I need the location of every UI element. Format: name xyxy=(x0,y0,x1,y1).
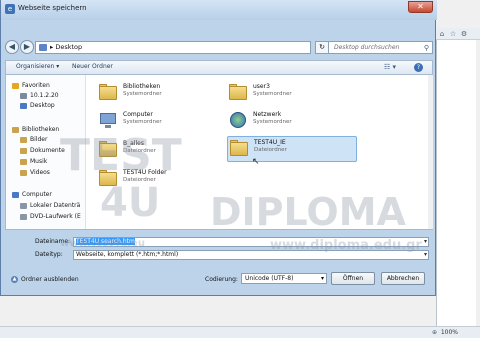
videos-icon xyxy=(20,169,27,176)
dialog-footer: ▲ Ordner ausblenden Codierung: Unicode (U… xyxy=(5,268,433,292)
watermark-diploma: DIPLOMA xyxy=(210,190,406,234)
nav-videos[interactable]: Videos xyxy=(20,168,50,178)
organize-button[interactable]: Organisieren ▾ xyxy=(16,63,59,70)
documents-icon xyxy=(20,147,27,154)
tools-icon[interactable]: ⚙ xyxy=(460,30,468,38)
encoding-label: Codierung: xyxy=(205,276,238,283)
nav-music[interactable]: Musik xyxy=(20,157,47,167)
dialog-title: Webseite speichern xyxy=(18,4,87,12)
help-icon[interactable]: ? xyxy=(414,63,423,72)
dialog-toolbar: Organisieren ▾ Neuer Ordner ☷ ▾ ? xyxy=(5,60,433,74)
list-item[interactable]: Netzwerk Systemordner xyxy=(227,109,357,135)
address-chevron[interactable]: ▸ xyxy=(50,43,53,51)
music-icon xyxy=(20,158,27,165)
network-drive-icon xyxy=(20,92,27,99)
chevron-down-icon[interactable]: ▾ xyxy=(321,274,324,283)
nav-computer[interactable]: Computer xyxy=(12,190,52,200)
save-button[interactable]: Öffnen xyxy=(331,272,375,285)
library-folder-icon xyxy=(97,81,119,103)
watermark-brand: TEST xyxy=(60,130,182,181)
nav-pictures[interactable]: Bilder xyxy=(20,135,47,145)
back-button[interactable]: ◀ xyxy=(5,40,19,54)
browser-statusbar: ⊕ 100% xyxy=(0,326,480,338)
nav-favorites[interactable]: Favoriten xyxy=(12,81,50,91)
zoom-level[interactable]: 100% xyxy=(441,329,458,336)
filetype-label: Dateityp: xyxy=(35,251,63,258)
folder-icon xyxy=(228,137,250,159)
nav-local-drive[interactable]: Lokaler Datenträ xyxy=(20,201,80,211)
computer-icon xyxy=(12,191,19,198)
browser-page xyxy=(436,40,476,326)
encoding-value: Unicode (UTF-8) xyxy=(245,275,294,282)
list-item-selected[interactable]: TEST4U_IE Dateiordner xyxy=(227,136,357,162)
chevron-up-icon: ▲ xyxy=(11,276,18,283)
mouse-cursor-icon: ↖ xyxy=(252,157,260,167)
desktop-icon xyxy=(20,102,27,109)
list-item[interactable]: Bibliotheken Systemordner xyxy=(97,81,227,107)
watermark-site: www.test4u.eu xyxy=(60,238,145,249)
library-icon xyxy=(12,126,19,133)
pictures-icon xyxy=(20,136,27,143)
chevron-down-icon[interactable]: ▾ xyxy=(424,238,427,246)
navigation-row: ◀ ▶ ▸ Desktop ↻ Desktop durchsuchen ⚲ xyxy=(5,40,433,56)
refresh-icon[interactable]: ↻ xyxy=(315,41,329,54)
nav-libraries[interactable]: Bibliotheken xyxy=(12,125,59,135)
address-bar[interactable]: ▸ Desktop xyxy=(35,41,311,54)
nav-dvd-drive[interactable]: DVD-Laufwerk (E xyxy=(20,212,81,222)
encoding-select[interactable]: Unicode (UTF-8) ▾ xyxy=(241,273,327,284)
view-options-icon[interactable]: ☷ ▾ xyxy=(384,63,396,71)
scrollbar[interactable] xyxy=(428,75,433,229)
watermark-brand-suffix: 4U xyxy=(100,180,161,226)
computer-icon xyxy=(97,109,119,131)
taskbar-area xyxy=(0,338,480,360)
search-icon[interactable]: ⚲ xyxy=(424,43,429,54)
browser-icon: e xyxy=(5,4,15,14)
close-button[interactable]: ✕ xyxy=(408,1,433,13)
nav-desktop[interactable]: Desktop xyxy=(20,101,55,111)
star-icon xyxy=(12,82,19,89)
address-path[interactable]: Desktop xyxy=(55,43,82,51)
filetype-value: Webseite, komplett (*.htm;*.html) xyxy=(76,251,179,258)
nav-network-drive[interactable]: 10.1.2.20 xyxy=(20,91,59,101)
home-icon[interactable]: ⌂ xyxy=(438,30,446,38)
dvd-icon xyxy=(20,213,27,220)
hide-folders-button[interactable]: ▲ Ordner ausblenden xyxy=(11,276,79,283)
search-placeholder: Desktop durchsuchen xyxy=(334,44,400,51)
favorites-icon[interactable]: ☆ xyxy=(449,30,457,38)
dialog-titlebar: e Webseite speichern ✕ xyxy=(1,0,437,20)
cancel-button[interactable]: Abbrechen xyxy=(381,272,425,285)
watermark-site-2: www.diploma.edu.gr xyxy=(270,238,422,253)
user-folder-icon xyxy=(227,81,249,103)
chevron-down-icon[interactable]: ▾ xyxy=(424,251,427,259)
forward-button[interactable]: ▶ xyxy=(20,40,34,54)
list-item[interactable]: user3 Systemordner xyxy=(227,81,357,107)
search-input[interactable]: Desktop durchsuchen ⚲ xyxy=(328,41,433,54)
nav-documents[interactable]: Dokumente xyxy=(20,146,65,156)
drive-icon xyxy=(20,202,27,209)
browser-toolbar: ⌂ ☆ ⚙ xyxy=(436,28,480,40)
new-folder-button[interactable]: Neuer Ordner xyxy=(72,63,113,70)
network-icon xyxy=(227,109,249,131)
folder-icon xyxy=(39,44,47,51)
